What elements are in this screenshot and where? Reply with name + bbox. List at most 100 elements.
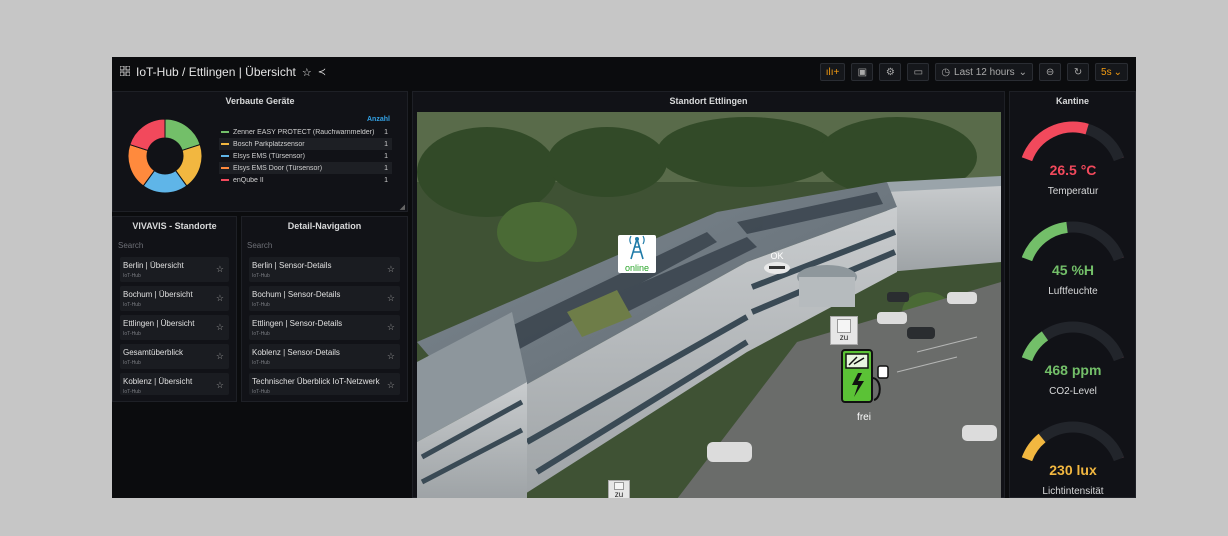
search-input[interactable]: Search [118, 241, 231, 250]
link-folder: IoT-Hub [123, 389, 141, 395]
gauge-label: Luftfeuchte [1048, 286, 1098, 297]
legend-header[interactable]: Anzahl [367, 116, 390, 123]
legend-swatch [221, 179, 229, 181]
humidity-gauge: 45 %H Luftfeuchte [1014, 214, 1132, 312]
dashboard-link[interactable]: Ettlingen | Übersicht IoT-Hub ☆ [120, 315, 229, 340]
donut-slice[interactable] [164, 118, 201, 152]
refresh-interval-label: 5s [1101, 66, 1112, 78]
refresh-button[interactable]: ↻ [1067, 63, 1090, 81]
time-range-label: Last 12 hours [954, 66, 1015, 78]
link-title: Bochum | Übersicht [123, 290, 193, 299]
legend-count: 1 [384, 152, 388, 160]
gauge-value-arc [1021, 221, 1068, 262]
gateway-status-marker[interactable]: online [618, 235, 656, 273]
gauge-value-arc [1021, 433, 1046, 462]
ev-charger-status-label: frei [857, 412, 871, 423]
save-button[interactable]: ▣ [851, 63, 874, 81]
panel-title[interactable]: Standort Ettlingen [413, 94, 1004, 108]
legend-count: 1 [384, 176, 388, 184]
link-folder: IoT-Hub [252, 273, 270, 279]
link-title: Bochum | Sensor-Details [252, 290, 341, 299]
star-icon[interactable]: ☆ [387, 380, 395, 391]
legend-item[interactable]: Zenner EASY PROTECT (Rauchwarnmelder) 1 [219, 126, 392, 138]
clock-icon: ◷ [941, 66, 951, 78]
add-panel-icon: ılı+ [825, 66, 840, 78]
dashboard-link[interactable]: Gesamtüberblick IoT-Hub ☆ [120, 344, 229, 369]
star-icon[interactable]: ☆ [216, 264, 224, 275]
zoom-out-button[interactable]: ⊖ [1039, 63, 1062, 81]
dashboard-link[interactable]: Koblenz | Übersicht IoT-Hub ☆ [120, 373, 229, 395]
smoke-detector-icon [764, 262, 790, 274]
link-title: Gesamtüberblick [123, 348, 184, 357]
ev-charger-marker[interactable]: frei [835, 348, 893, 423]
site-map-panel: Standort Ettlingen online OK zu frei zu [412, 91, 1005, 498]
legend-item[interactable]: enQube II 1 [219, 174, 392, 186]
star-icon[interactable]: ☆ [216, 322, 224, 333]
star-icon[interactable]: ☆ [387, 264, 395, 275]
legend-swatch [221, 131, 229, 133]
dashboard-link[interactable]: Koblenz | Sensor-Details IoT-Hub ☆ [249, 344, 400, 369]
gauge-label: CO2-Level [1049, 386, 1097, 397]
dashboard-title[interactable]: IoT-Hub / Ettlingen | Übersicht [136, 65, 296, 79]
link-title: Koblenz | Übersicht [123, 377, 193, 386]
link-title: Ettlingen | Sensor-Details [252, 319, 343, 328]
legend-name: enQube II [233, 176, 264, 184]
link-title: Koblenz | Sensor-Details [252, 348, 340, 357]
time-picker[interactable]: ◷ Last 12 hours ⌄ [935, 63, 1034, 81]
smoke-detector-status: OK [770, 251, 784, 261]
legend-item[interactable]: Elsys EMS Door (Türsensor) 1 [219, 162, 392, 174]
link-title: Technischer Überblick IoT-Netzwerk [252, 377, 380, 386]
panel-title[interactable]: Kantine [1010, 94, 1135, 108]
star-icon[interactable]: ☆ [216, 351, 224, 362]
dashboard-link[interactable]: Ettlingen | Sensor-Details IoT-Hub ☆ [249, 315, 400, 340]
settings-button[interactable]: ⚙ [879, 63, 902, 81]
link-folder: IoT-Hub [123, 331, 141, 337]
dashboard-link[interactable]: Bochum | Übersicht IoT-Hub ☆ [120, 286, 229, 311]
aerial-building-illustration [417, 112, 1001, 498]
dashboard-link[interactable]: Berlin | Sensor-Details IoT-Hub ☆ [249, 257, 400, 282]
resize-handle-icon[interactable]: ◢ [400, 203, 405, 211]
refresh-interval-picker[interactable]: 5s ⌄ [1095, 63, 1128, 81]
legend-name: Bosch Parkplatzsensor [233, 140, 305, 148]
door-icon [614, 482, 624, 490]
panel-title[interactable]: Verbaute Geräte [113, 94, 407, 108]
legend-item[interactable]: Bosch Parkplatzsensor 1 [219, 138, 392, 150]
star-icon[interactable]: ☆ [387, 293, 395, 304]
gauge-value-arc [1021, 121, 1089, 162]
star-icon[interactable]: ☆ [302, 66, 312, 79]
door-sensor-marker[interactable]: zu [830, 316, 858, 345]
link-folder: IoT-Hub [123, 360, 141, 366]
aerial-photo: online OK zu frei zu [417, 112, 1001, 498]
star-icon[interactable]: ☆ [216, 293, 224, 304]
detail-navigation-panel: Detail-Navigation Search Berlin | Sensor… [241, 216, 408, 402]
canteen-panel: Kantine 26.5 °C Temperatur 45 %H Luftfeu… [1009, 91, 1136, 498]
add-panel-button[interactable]: ılı+ [819, 63, 846, 81]
link-folder: IoT-Hub [123, 302, 141, 308]
smoke-detector-marker[interactable]: OK [763, 251, 791, 277]
link-title: Berlin | Übersicht [123, 261, 184, 270]
breadcrumb[interactable]: IoT-Hub / Ettlingen | Übersicht ☆ ≺ [119, 65, 326, 79]
tv-mode-button[interactable]: ▭ [907, 63, 930, 81]
panel-title[interactable]: VIVAVIS - Standorte [113, 219, 236, 233]
panel-title[interactable]: Detail-Navigation [242, 219, 407, 233]
star-icon[interactable]: ☆ [216, 380, 224, 391]
link-folder: IoT-Hub [252, 360, 270, 366]
legend-swatch [221, 167, 229, 169]
legend-swatch [221, 143, 229, 145]
legend-count: 1 [384, 140, 388, 148]
dashboard-link[interactable]: Bochum | Sensor-Details IoT-Hub ☆ [249, 286, 400, 311]
legend-item[interactable]: Elsys EMS (Türsensor) 1 [219, 150, 392, 162]
star-icon[interactable]: ☆ [387, 322, 395, 333]
dashboard-link[interactable]: Technischer Überblick IoT-Netzwerk IoT-Hu… [249, 373, 400, 395]
link-folder: IoT-Hub [252, 302, 270, 308]
dashboard-link[interactable]: Berlin | Übersicht IoT-Hub ☆ [120, 257, 229, 282]
star-icon[interactable]: ☆ [387, 351, 395, 362]
door-sensor-marker[interactable]: zu [608, 480, 630, 498]
radio-tower-icon [629, 235, 645, 260]
chevron-down-icon: ⌄ [1018, 66, 1028, 78]
gateway-status-label: online [624, 263, 650, 273]
donut-slice[interactable] [129, 118, 166, 152]
legend-name: Elsys EMS Door (Türsensor) [233, 164, 323, 172]
search-input[interactable]: Search [247, 241, 402, 250]
share-icon[interactable]: ≺ [318, 67, 326, 78]
